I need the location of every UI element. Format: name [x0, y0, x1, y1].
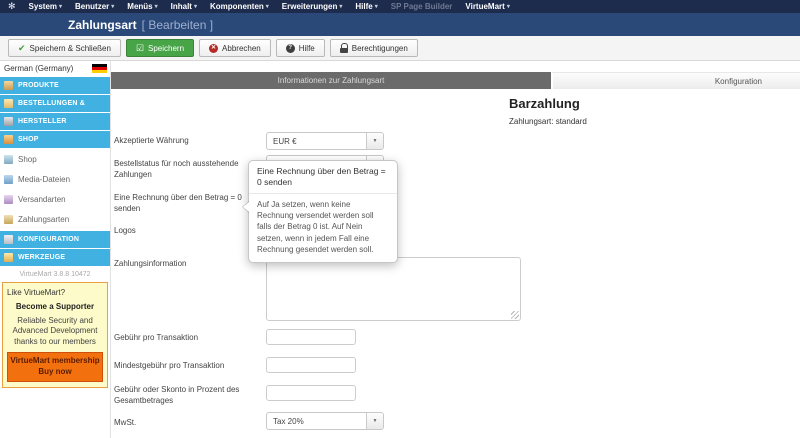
fee-percent-label: Gebühr oder Skonto in Prozent des Gesamt… — [114, 385, 264, 407]
sidebar-item-versandarten[interactable]: Versandarten — [0, 191, 110, 207]
popover-arrow-icon — [242, 201, 249, 213]
save-close-button[interactable]: ✔ Speichern & Schließen — [8, 39, 121, 57]
sidebar-item-bestellungen[interactable]: BESTELLUNGEN & — [0, 95, 110, 112]
sidebar-item-hersteller[interactable]: HERSTELLER — [0, 113, 110, 130]
sidebar-item-media-dateien[interactable]: Media-Dateien — [0, 171, 110, 187]
sidebar-item-shop[interactable]: Shop — [0, 151, 110, 167]
german-flag-icon — [92, 64, 107, 73]
menu-erweiterungen[interactable]: Erweiterungen▾ — [282, 2, 343, 11]
manufacturers-icon — [4, 117, 13, 126]
menu-system[interactable]: System▾ — [29, 2, 62, 11]
menu-sp-page-builder[interactable]: SP Page Builder — [391, 2, 453, 11]
currency-label: Akzeptierte Währung — [114, 136, 264, 147]
tooltip-body: Auf Ja setzen, wenn keine Rechnung verse… — [249, 194, 397, 262]
virtuemart-sidebar: German (Germany) PRODUKTE BESTELLUNGEN &… — [0, 60, 110, 438]
virtuemart-version: VirtueMart 3.8.8 10472 — [0, 271, 110, 278]
fee-per-transaction-label: Gebühr pro Transaktion — [114, 333, 264, 344]
menu-komponenten[interactable]: Komponenten▾ — [210, 2, 269, 11]
tax-label: MwSt. — [114, 418, 264, 429]
chevron-down-icon: ▼ — [366, 133, 383, 149]
caret-down-icon: ▾ — [375, 3, 378, 10]
menu-menues[interactable]: Menüs▾ — [127, 2, 157, 11]
resize-handle[interactable] — [511, 311, 519, 319]
chevron-down-icon: ▼ — [366, 413, 383, 429]
caret-down-icon: ▾ — [339, 3, 342, 10]
joomla-logo-icon: ✻ — [8, 2, 16, 11]
shop-icon — [4, 155, 13, 164]
language-label: German (Germany) — [4, 64, 73, 73]
permissions-button[interactable]: Berechtigungen — [330, 39, 418, 57]
save-check-icon: ☑ — [136, 44, 144, 53]
sidebar-item-werkzeuge[interactable]: WERKZEUGE — [0, 249, 110, 266]
configuration-icon — [4, 235, 13, 244]
min-fee-label: Mindestgebühr pro Transaktion — [114, 361, 264, 372]
payment-icon — [4, 215, 13, 224]
supporter-box: Like VirtueMart? Become a Supporter Reli… — [2, 282, 108, 388]
menu-virtuemart[interactable]: VirtueMart▾ — [465, 2, 509, 11]
shipping-icon — [4, 195, 13, 204]
menu-benutzer[interactable]: Benutzer▾ — [75, 2, 114, 11]
supporter-text: Reliable Security and Advanced Developme… — [7, 316, 103, 347]
products-icon — [4, 81, 13, 90]
fee-percent-input[interactable] — [266, 385, 356, 401]
supporter-question: Like VirtueMart? — [7, 288, 103, 297]
toolbar: ✔ Speichern & Schließen ☑ Speichern ✕ Ab… — [0, 36, 800, 61]
sidebar-item-shop-group[interactable]: SHOP — [0, 131, 110, 148]
language-header: German (Germany) — [0, 60, 110, 77]
pending-status-label: Bestellstatus für noch ausstehende Zahlu… — [114, 159, 264, 181]
sidebar-item-konfiguration[interactable]: KONFIGURATION — [0, 231, 110, 248]
page-title-mode: [ Bearbeiten ] — [142, 18, 213, 32]
payment-info-textarea[interactable] — [267, 258, 520, 320]
membership-buy-button[interactable]: VirtueMart membership Buy now — [7, 352, 103, 382]
payment-method-heading: Barzahlung — [509, 96, 580, 111]
save-button[interactable]: ☑ Speichern — [126, 39, 194, 57]
tools-icon — [4, 253, 13, 262]
payment-method-subheading: Zahlungsart: standard — [509, 117, 587, 126]
min-fee-input[interactable] — [266, 357, 356, 373]
fee-per-transaction-input[interactable] — [266, 329, 356, 345]
menu-hilfe[interactable]: Hilfe▾ — [355, 2, 377, 11]
tooltip-title: Eine Rechnung über den Betrag = 0 senden — [249, 161, 397, 194]
tab-konfiguration[interactable]: Konfiguration — [551, 72, 800, 89]
logos-label: Logos — [114, 226, 264, 237]
caret-down-icon: ▾ — [194, 3, 197, 10]
caret-down-icon: ▾ — [266, 3, 269, 10]
tooltip-popover: Eine Rechnung über den Betrag = 0 senden… — [248, 160, 398, 263]
media-icon — [4, 175, 13, 184]
supporter-headline: Become a Supporter — [7, 302, 103, 311]
cancel-button[interactable]: ✕ Abbrechen — [199, 39, 271, 57]
help-icon: ? — [286, 44, 295, 53]
payment-info-label: Zahlungsinformation — [114, 259, 264, 270]
caret-down-icon: ▾ — [155, 3, 158, 10]
tab-bar: Informationen zur Zahlungsart Konfigurat… — [111, 72, 800, 89]
sidebar-item-zahlungsarten[interactable]: Zahlungsarten — [0, 211, 110, 227]
caret-down-icon: ▾ — [507, 3, 510, 10]
payment-info-textarea-wrap — [266, 257, 521, 321]
tab-informationen[interactable]: Informationen zur Zahlungsart — [111, 72, 551, 89]
caret-down-icon: ▾ — [59, 3, 62, 10]
page-title-bar: Zahlungsart [ Bearbeiten ] — [0, 13, 800, 36]
page-title: Zahlungsart — [68, 18, 137, 32]
lock-icon — [340, 43, 348, 53]
menu-inhalt[interactable]: Inhalt▾ — [171, 2, 197, 11]
shop-icon — [4, 135, 13, 144]
tax-select[interactable]: Tax 20% ▼ — [266, 412, 384, 430]
help-button[interactable]: ? Hilfe — [276, 39, 325, 57]
cancel-icon: ✕ — [209, 44, 218, 53]
orders-icon — [4, 99, 13, 108]
currency-select[interactable]: EUR € ▼ — [266, 132, 384, 150]
check-icon: ✔ — [18, 44, 26, 53]
main-content: Informationen zur Zahlungsart Konfigurat… — [110, 60, 800, 438]
admin-menubar: ✻ System▾ Benutzer▾ Menüs▾ Inhalt▾ Kompo… — [0, 0, 800, 13]
caret-down-icon: ▾ — [111, 3, 114, 10]
sidebar-item-produkte[interactable]: PRODUKTE — [0, 77, 110, 94]
